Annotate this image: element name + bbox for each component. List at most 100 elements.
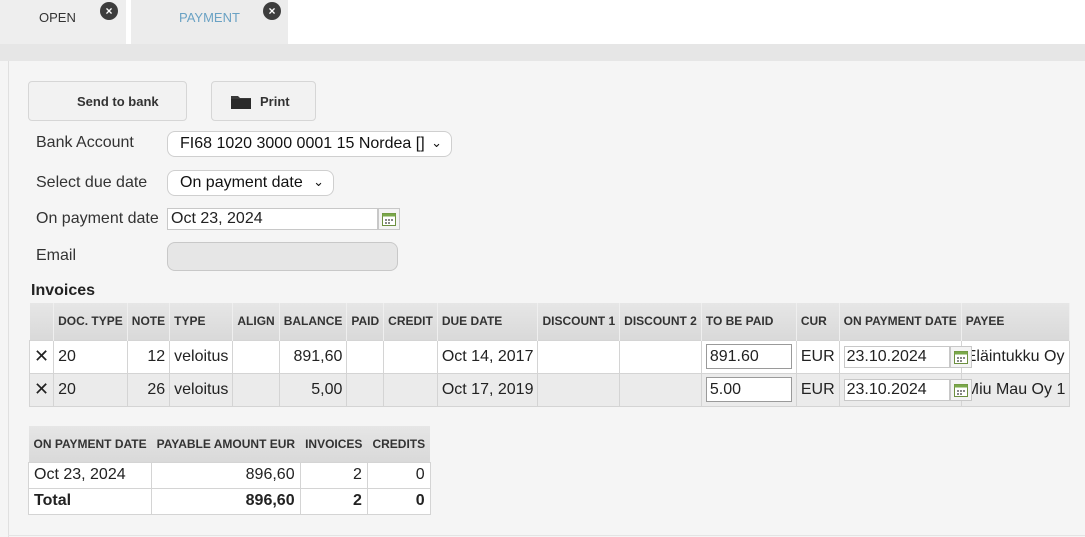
cell-balance: 891,60 (278, 339, 348, 374)
column-header[interactable]: CREDIT (383, 303, 438, 340)
total-amount: 896,60 (151, 487, 301, 515)
payment-date-label: On payment date (36, 210, 159, 227)
email-field[interactable] (167, 242, 398, 271)
email-label: Email (36, 247, 77, 264)
cell-to-be-paid: 891.60 (700, 339, 797, 374)
summary-header-row: ON PAYMENT DATE PAYABLE AMOUNT EUR INVOI… (28, 426, 431, 462)
cell-credit (383, 339, 438, 374)
cell-discount2 (619, 339, 702, 374)
cell-discount2 (619, 372, 702, 407)
summary-amount: 896,60 (151, 461, 301, 489)
remove-row-icon[interactable]: ✕ (28, 339, 55, 374)
on-payment-date-input[interactable]: 23.10.2024 (843, 378, 950, 401)
tab-divider (0, 44, 1085, 61)
calendar-icon[interactable] (378, 208, 400, 230)
summary-date: Oct 23, 2024 (27, 461, 153, 489)
cell-on-payment-date: 23.10.2024 (838, 372, 972, 407)
due-date-value: On payment date (180, 174, 303, 191)
cell-note: 12 (126, 339, 171, 374)
cell-align (232, 372, 280, 407)
close-icon[interactable]: × (263, 2, 281, 20)
payment-date-value: Oct 23, 2024 (171, 210, 263, 227)
cell-note: 26 (126, 372, 171, 407)
cell-on-payment-date: 23.10.2024 (838, 339, 972, 374)
send-to-bank-button[interactable]: Send to bank (28, 81, 187, 121)
remove-row-icon[interactable]: ✕ (28, 372, 55, 407)
column-header[interactable]: DUE DATE (437, 303, 539, 340)
summary-row: Oct 23, 2024 896,60 2 0 (27, 461, 431, 489)
cell-balance: 5,00 (278, 372, 348, 407)
summary-total-row: Total 896,60 2 0 (27, 487, 431, 515)
column-header[interactable]: DISCOUNT 1 (537, 303, 621, 340)
column-header[interactable]: TO BE PAID (701, 303, 797, 340)
cell-due-date: Oct 17, 2019 (436, 372, 539, 407)
cell-doc-type: 20 (53, 339, 128, 374)
print-label: Print (260, 94, 290, 109)
print-button[interactable]: Print (211, 81, 316, 121)
panel-border (8, 61, 9, 537)
tab-open[interactable]: OPEN × (0, 0, 126, 44)
chevron-down-icon: ⌄ (313, 174, 324, 189)
folder-icon (231, 96, 251, 109)
column-header[interactable]: PAYEE (961, 303, 1071, 340)
summary-table: ON PAYMENT DATE PAYABLE AMOUNT EUR INVOI… (27, 426, 431, 515)
chevron-down-icon: ⌄ (431, 135, 442, 150)
cell-type: veloitus (169, 372, 234, 407)
tab-payment[interactable]: PAYMENT × (131, 0, 288, 44)
due-date-select[interactable]: On payment date ⌄ (167, 170, 334, 196)
column-header[interactable]: NOTE (127, 303, 171, 340)
cell-payee: Miu Mau Oy 1 (960, 372, 1071, 407)
cell-due-date: Oct 14, 2017 (436, 339, 539, 374)
column-header[interactable]: DISCOUNT 2 (619, 303, 702, 340)
cell-payee: Eläintukku Oy (960, 339, 1071, 374)
cell-cur: EUR (795, 372, 840, 407)
table-row: ✕ 20 26 veloitus 5,00 Oct 17, 2019 5.00 … (28, 372, 1071, 407)
column-header: ON PAYMENT DATE (28, 426, 152, 462)
calendar-icon[interactable] (949, 345, 972, 368)
total-credits: 0 (366, 487, 431, 515)
on-payment-date-input[interactable]: 23.10.2024 (843, 345, 950, 368)
payment-date-input[interactable]: Oct 23, 2024 (167, 208, 378, 230)
column-header[interactable]: ON PAYMENT DATE (839, 303, 962, 340)
tab-payment-label: PAYMENT (179, 10, 240, 25)
to-be-paid-input[interactable]: 891.60 (705, 344, 792, 369)
bank-account-value: FI68 1020 3000 0001 15 Nordea [] (180, 135, 425, 152)
cell-paid (346, 339, 385, 374)
column-header[interactable]: PAID (346, 303, 385, 340)
invoices-table: DOC. TYPE NOTE TYPE ALIGN BALANCE PAID C… (28, 303, 1071, 407)
cell-discount1 (537, 339, 621, 374)
tab-open-label: OPEN (39, 10, 76, 25)
panel-bottom-border (8, 535, 1085, 536)
total-label: Total (27, 487, 153, 515)
column-header: PAYABLE AMOUNT EUR (151, 426, 301, 462)
cell-to-be-paid: 5.00 (700, 372, 797, 407)
table-row: ✕ 20 12 veloitus 891,60 Oct 14, 2017 891… (28, 339, 1071, 374)
column-header: INVOICES (300, 426, 368, 462)
cell-credit (383, 372, 438, 407)
to-be-paid-input[interactable]: 5.00 (705, 377, 792, 402)
column-header: CREDITS (367, 426, 431, 462)
close-icon[interactable]: × (100, 2, 118, 20)
due-date-label: Select due date (36, 174, 148, 191)
tab-bar: OPEN × PAYMENT × (0, 0, 1085, 44)
column-header[interactable]: ALIGN (232, 303, 280, 340)
cell-cur: EUR (795, 339, 840, 374)
column-header[interactable]: DOC. TYPE (53, 303, 128, 340)
calendar-icon[interactable] (949, 378, 972, 401)
bank-account-label: Bank Account (36, 134, 134, 151)
column-header[interactable]: CUR (796, 303, 840, 340)
column-header (29, 303, 55, 340)
table-header-row: DOC. TYPE NOTE TYPE ALIGN BALANCE PAID C… (29, 303, 1071, 340)
cell-align (232, 339, 280, 374)
column-header[interactable]: BALANCE (279, 303, 348, 340)
cell-doc-type: 20 (53, 372, 128, 407)
total-invoices: 2 (299, 487, 368, 515)
column-header[interactable]: TYPE (169, 303, 234, 340)
bank-account-select[interactable]: FI68 1020 3000 0001 15 Nordea [] ⌄ (167, 131, 452, 157)
cell-discount1 (537, 372, 621, 407)
send-to-bank-label: Send to bank (77, 94, 159, 109)
invoices-title: Invoices (31, 282, 96, 299)
cell-paid (346, 372, 385, 407)
summary-invoices: 2 (299, 461, 368, 489)
summary-credits: 0 (366, 461, 431, 489)
